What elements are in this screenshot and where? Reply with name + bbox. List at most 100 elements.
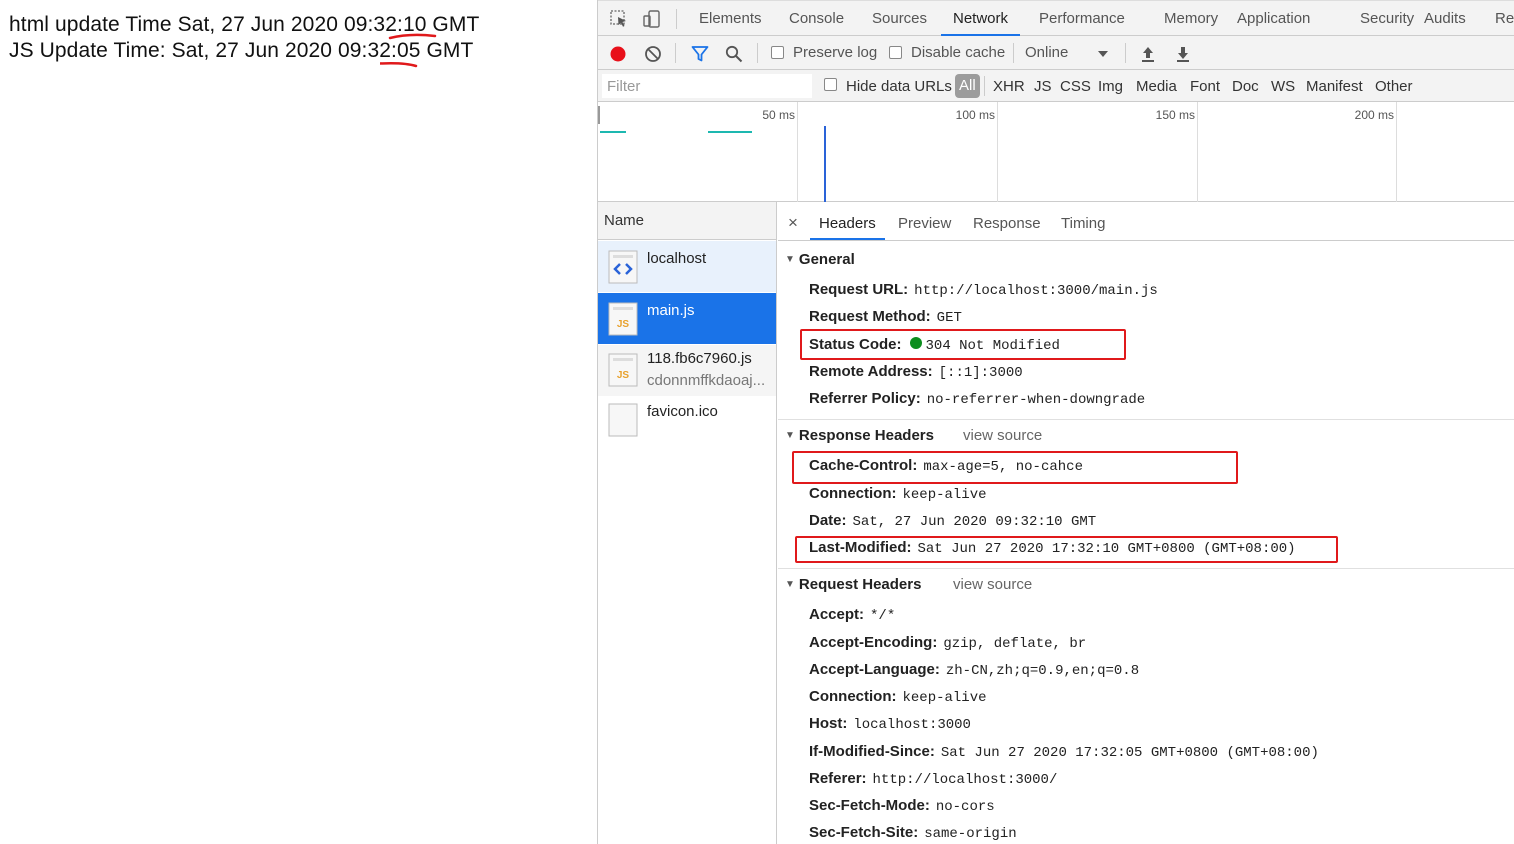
type-filter-manifest[interactable]: Manifest — [1306, 78, 1363, 95]
type-filter-xhr[interactable]: XHR — [993, 78, 1025, 95]
search-icon[interactable] — [725, 45, 743, 63]
header-key: Referer: — [809, 770, 867, 787]
import-har-icon[interactable] — [1139, 45, 1157, 63]
header-key: If-Modified-Since: — [809, 743, 935, 760]
request-row-118-js[interactable]: JS 118.fb6c7960.js cdonnmffkdaoaj... — [598, 345, 776, 396]
type-filter-font[interactable]: Font — [1190, 78, 1220, 95]
devtools-panel: Elements Console Sources Network Perform… — [597, 0, 1514, 844]
svg-text:JS: JS — [617, 370, 630, 381]
record-icon[interactable] — [609, 45, 627, 63]
header-row: If-Modified-Since: Sat Jun 27 2020 17:32:… — [809, 743, 1319, 761]
header-value: localhost:3000 — [853, 717, 971, 733]
request-initiator: cdonnmffkdaoaj... — [647, 372, 766, 389]
request-row-favicon[interactable]: favicon.ico — [598, 397, 776, 445]
request-detail-pane: × Headers Preview Response Timing ▼ Gener… — [778, 202, 1514, 844]
tab-preview[interactable]: Preview — [898, 202, 951, 240]
grid-line — [997, 102, 998, 202]
type-filter-ws[interactable]: WS — [1271, 78, 1295, 95]
tab-network[interactable]: Network — [941, 1, 1021, 36]
disable-cache-checkbox[interactable] — [889, 46, 902, 59]
response-headers-section-toggle[interactable]: ▼ Response Headers — [785, 427, 934, 444]
throttling-select[interactable]: Online — [1025, 44, 1068, 61]
header-key: Remote Address: — [809, 363, 933, 380]
triangle-down-icon: ▼ — [785, 430, 795, 441]
filter-input[interactable] — [602, 74, 812, 98]
grid-line — [1396, 102, 1397, 202]
toolbar-divider — [676, 9, 677, 29]
header-key: Host: — [809, 715, 848, 732]
header-row: Request Method: GET — [809, 308, 962, 326]
red-box-annotation — [792, 451, 1238, 484]
chevron-down-icon[interactable] — [1097, 47, 1109, 59]
type-filter-other[interactable]: Other — [1375, 78, 1413, 95]
inspect-element-icon[interactable] — [610, 10, 628, 28]
header-value: */* — [870, 608, 896, 624]
export-har-icon[interactable] — [1174, 45, 1192, 63]
preserve-log-checkbox[interactable] — [771, 46, 784, 59]
header-row: Remote Address: [::1]:3000 — [809, 363, 1023, 381]
page-content: html update Time Sat, 27 Jun 2020 09:32:… — [0, 0, 597, 844]
header-value: keep-alive — [902, 487, 987, 503]
js-file-icon: JS — [608, 302, 638, 336]
tab-security[interactable]: Security — [1360, 1, 1414, 36]
tab-memory[interactable]: Memory — [1164, 1, 1218, 36]
network-toolbar: Preserve log Disable cache Online — [598, 36, 1514, 70]
html-update-prefix: html update Time Sat, 27 Jun 2020 09:32 — [9, 13, 397, 36]
request-name: 118.fb6c7960.js — [647, 350, 752, 367]
toolbar-divider — [675, 43, 676, 63]
general-section-toggle[interactable]: ▼ General — [785, 251, 855, 268]
type-filter-all[interactable]: All — [955, 74, 980, 98]
type-filter-doc[interactable]: Doc — [1232, 78, 1259, 95]
tab-audits[interactable]: Audits — [1424, 1, 1466, 36]
svg-text:JS: JS — [617, 319, 630, 330]
network-overview-timeline[interactable]: 50 ms 100 ms 150 ms 200 ms — [598, 102, 1514, 202]
view-source-link[interactable]: view source — [963, 427, 1042, 444]
triangle-down-icon: ▼ — [785, 579, 795, 590]
clear-icon[interactable] — [644, 45, 662, 63]
type-filter-media[interactable]: Media — [1136, 78, 1177, 95]
tab-sources[interactable]: Sources — [872, 1, 927, 36]
header-key: Connection: — [809, 688, 897, 705]
tab-response[interactable]: Response — [973, 202, 1041, 240]
request-headers-section-toggle[interactable]: ▼ Request Headers — [785, 576, 921, 593]
header-value: [::1]:3000 — [938, 365, 1023, 381]
tick-label-150: 150 ms — [1155, 108, 1195, 122]
html-file-icon — [608, 250, 638, 284]
tab-recorder[interactable]: Rec — [1495, 1, 1514, 36]
tab-application[interactable]: Application — [1237, 1, 1310, 36]
toolbar-divider — [984, 76, 985, 96]
tick-label-200: 200 ms — [1354, 108, 1394, 122]
header-key: Request Method: — [809, 308, 931, 325]
name-column-header[interactable]: Name — [598, 202, 776, 240]
request-bar — [600, 131, 626, 133]
response-headers-title: Response Headers — [798, 427, 934, 444]
header-row: Accept: */* — [809, 606, 895, 624]
red-underline-annotation — [380, 33, 437, 68]
header-row: Referer: http://localhost:3000/ — [809, 770, 1057, 788]
tab-elements[interactable]: Elements — [699, 1, 762, 36]
filter-icon[interactable] — [691, 45, 709, 63]
triangle-down-icon: ▼ — [785, 254, 795, 265]
device-toolbar-icon[interactable] — [643, 10, 661, 28]
tab-headers[interactable]: Headers — [810, 202, 885, 240]
tab-performance[interactable]: Performance — [1039, 1, 1125, 36]
type-filter-img[interactable]: Img — [1098, 78, 1123, 95]
request-bar — [708, 131, 752, 133]
tab-console[interactable]: Console — [789, 1, 844, 36]
header-value: Sat, 27 Jun 2020 09:32:10 GMT — [852, 514, 1097, 530]
request-name: main.js — [647, 302, 695, 319]
toolbar-divider — [1013, 43, 1014, 63]
tab-timing[interactable]: Timing — [1061, 202, 1105, 240]
view-source-link[interactable]: view source — [953, 576, 1032, 593]
type-filter-js[interactable]: JS — [1034, 78, 1052, 95]
request-row-main-js[interactable]: JS main.js — [598, 293, 776, 344]
header-row: Connection: keep-alive — [809, 688, 987, 706]
section-divider — [778, 568, 1514, 569]
close-icon[interactable]: × — [788, 213, 798, 233]
header-value: http://localhost:3000/main.js — [914, 283, 1158, 299]
type-filter-css[interactable]: CSS — [1060, 78, 1091, 95]
toolbar-divider — [757, 43, 758, 63]
request-row-localhost[interactable]: localhost — [598, 241, 776, 292]
hide-data-urls-checkbox[interactable] — [824, 78, 837, 91]
header-key: Connection: — [809, 485, 897, 502]
